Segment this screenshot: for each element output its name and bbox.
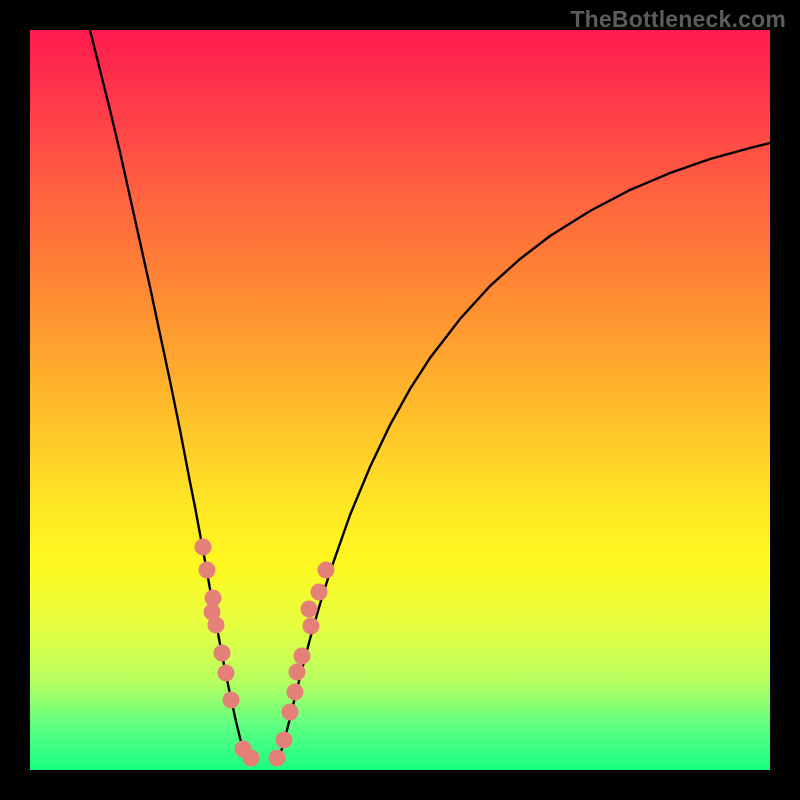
point-cluster-right — [269, 562, 335, 767]
data-point — [282, 704, 299, 721]
data-point — [311, 584, 328, 601]
data-point — [269, 750, 286, 767]
data-point — [303, 618, 320, 635]
data-point — [195, 539, 212, 556]
data-point — [214, 645, 231, 662]
data-point — [243, 750, 260, 767]
data-point — [199, 562, 216, 579]
data-point — [218, 665, 235, 682]
point-cluster-left — [195, 539, 260, 767]
data-point — [223, 692, 240, 709]
data-point — [276, 732, 293, 749]
data-point — [289, 664, 306, 681]
curve-right-branch — [280, 143, 770, 755]
data-point — [208, 617, 225, 634]
data-point — [294, 648, 311, 665]
data-point — [318, 562, 335, 579]
chart-svg — [30, 30, 770, 770]
watermark-text: TheBottleneck.com — [570, 6, 786, 33]
data-point — [287, 684, 304, 701]
data-point — [301, 601, 318, 618]
